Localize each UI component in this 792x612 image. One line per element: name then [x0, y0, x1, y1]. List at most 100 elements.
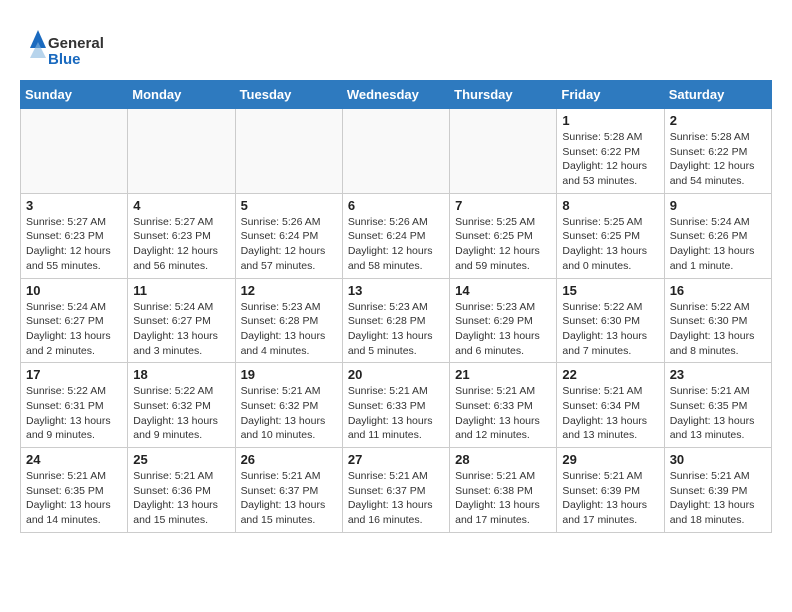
- calendar-cell: 30Sunrise: 5:21 AM Sunset: 6:39 PM Dayli…: [664, 448, 771, 533]
- day-number: 23: [670, 367, 766, 382]
- calendar-cell: 8 Sunrise: 5:25 AM Sunset: 6:25 PM Daylig…: [557, 193, 664, 278]
- day-info: Sunrise: 5:26 AM Sunset: 6:24 PM Dayligh…: [241, 215, 337, 274]
- calendar-cell: 10 Sunrise: 5:24 AM Sunset: 6:27 PM Dayli…: [21, 278, 128, 363]
- calendar-cell: 2 Sunrise: 5:28 AM Sunset: 6:22 PM Daylig…: [664, 109, 771, 194]
- day-info: Sunrise: 5:24 AM Sunset: 6:27 PM Dayligh…: [133, 300, 229, 359]
- calendar-cell: 6 Sunrise: 5:26 AM Sunset: 6:24 PM Daylig…: [342, 193, 449, 278]
- day-number: 14: [455, 283, 551, 298]
- day-info: Sunrise: 5:21 AM Sunset: 6:39 PM Dayligh…: [562, 469, 658, 528]
- day-info: Sunrise: 5:28 AM Sunset: 6:22 PM Dayligh…: [562, 130, 658, 189]
- day-info: Sunrise: 5:21 AM Sunset: 6:35 PM Dayligh…: [26, 469, 122, 528]
- calendar-cell: 3Sunrise: 5:27 AM Sunset: 6:23 PM Daylig…: [21, 193, 128, 278]
- day-number: 28: [455, 452, 551, 467]
- day-number: 26: [241, 452, 337, 467]
- calendar-cell: 22 Sunrise: 5:21 AM Sunset: 6:34 PM Dayli…: [557, 363, 664, 448]
- day-info: Sunrise: 5:27 AM Sunset: 6:23 PM Dayligh…: [133, 215, 229, 274]
- calendar-cell: 18Sunrise: 5:22 AM Sunset: 6:32 PM Dayli…: [128, 363, 235, 448]
- calendar-cell: 20Sunrise: 5:21 AM Sunset: 6:33 PM Dayli…: [342, 363, 449, 448]
- calendar-cell: [342, 109, 449, 194]
- calendar-cell: 28 Sunrise: 5:21 AM Sunset: 6:38 PM Dayli…: [450, 448, 557, 533]
- calendar-week-row: 24 Sunrise: 5:21 AM Sunset: 6:35 PM Dayli…: [21, 448, 772, 533]
- calendar-cell: 19 Sunrise: 5:21 AM Sunset: 6:32 PM Dayli…: [235, 363, 342, 448]
- day-info: Sunrise: 5:21 AM Sunset: 6:33 PM Dayligh…: [348, 384, 444, 443]
- day-number: 6: [348, 198, 444, 213]
- day-number: 1: [562, 113, 658, 128]
- day-number: 10: [26, 283, 122, 298]
- calendar-cell: 17Sunrise: 5:22 AM Sunset: 6:31 PM Dayli…: [21, 363, 128, 448]
- day-number: 29: [562, 452, 658, 467]
- day-info: Sunrise: 5:21 AM Sunset: 6:35 PM Dayligh…: [670, 384, 766, 443]
- calendar-cell: 26 Sunrise: 5:21 AM Sunset: 6:37 PM Dayli…: [235, 448, 342, 533]
- day-info: Sunrise: 5:26 AM Sunset: 6:24 PM Dayligh…: [348, 215, 444, 274]
- calendar-cell: 9Sunrise: 5:24 AM Sunset: 6:26 PM Daylig…: [664, 193, 771, 278]
- calendar-cell: 7Sunrise: 5:25 AM Sunset: 6:25 PM Daylig…: [450, 193, 557, 278]
- calendar-cell: 23 Sunrise: 5:21 AM Sunset: 6:35 PM Dayli…: [664, 363, 771, 448]
- day-info: Sunrise: 5:21 AM Sunset: 6:38 PM Dayligh…: [455, 469, 551, 528]
- calendar-cell: 12 Sunrise: 5:23 AM Sunset: 6:28 PM Dayli…: [235, 278, 342, 363]
- day-number: 11: [133, 283, 229, 298]
- weekday-header: Tuesday: [235, 81, 342, 109]
- weekday-header: Thursday: [450, 81, 557, 109]
- weekday-header: Monday: [128, 81, 235, 109]
- day-number: 4: [133, 198, 229, 213]
- calendar-cell: 1 Sunrise: 5:28 AM Sunset: 6:22 PM Daylig…: [557, 109, 664, 194]
- day-number: 18: [133, 367, 229, 382]
- day-number: 13: [348, 283, 444, 298]
- day-number: 30: [670, 452, 766, 467]
- calendar-cell: 24 Sunrise: 5:21 AM Sunset: 6:35 PM Dayli…: [21, 448, 128, 533]
- day-number: 16: [670, 283, 766, 298]
- calendar-cell: 15 Sunrise: 5:22 AM Sunset: 6:30 PM Dayli…: [557, 278, 664, 363]
- calendar-cell: [235, 109, 342, 194]
- svg-text:General: General: [48, 35, 104, 52]
- calendar-week-row: 3 Sunrise: 5:27 AM Sunset: 6:23 PM Daylig…: [21, 193, 772, 278]
- page-header: General Blue: [20, 20, 772, 70]
- calendar-table: SundayMondayTuesdayWednesdayThursdayFrid…: [20, 80, 772, 533]
- day-number: 27: [348, 452, 444, 467]
- day-info: Sunrise: 5:24 AM Sunset: 6:26 PM Dayligh…: [670, 215, 766, 274]
- logo-svg: General Blue: [20, 28, 110, 70]
- weekday-header: Sunday: [21, 81, 128, 109]
- calendar-cell: 25 Sunrise: 5:21 AM Sunset: 6:36 PM Dayli…: [128, 448, 235, 533]
- weekday-header-row: SundayMondayTuesdayWednesdayThursdayFrid…: [21, 81, 772, 109]
- day-number: 8: [562, 198, 658, 213]
- day-number: 5: [241, 198, 337, 213]
- day-number: 19: [241, 367, 337, 382]
- day-info: Sunrise: 5:23 AM Sunset: 6:29 PM Dayligh…: [455, 300, 551, 359]
- calendar-cell: 11 Sunrise: 5:24 AM Sunset: 6:27 PM Dayli…: [128, 278, 235, 363]
- day-info: Sunrise: 5:21 AM Sunset: 6:36 PM Dayligh…: [133, 469, 229, 528]
- weekday-header: Wednesday: [342, 81, 449, 109]
- calendar-cell: 21 Sunrise: 5:21 AM Sunset: 6:33 PM Dayli…: [450, 363, 557, 448]
- calendar-week-row: 17Sunrise: 5:22 AM Sunset: 6:31 PM Dayli…: [21, 363, 772, 448]
- calendar-week-row: 10 Sunrise: 5:24 AM Sunset: 6:27 PM Dayli…: [21, 278, 772, 363]
- day-number: 22: [562, 367, 658, 382]
- day-info: Sunrise: 5:28 AM Sunset: 6:22 PM Dayligh…: [670, 130, 766, 189]
- calendar-cell: [21, 109, 128, 194]
- day-number: 21: [455, 367, 551, 382]
- day-info: Sunrise: 5:24 AM Sunset: 6:27 PM Dayligh…: [26, 300, 122, 359]
- day-info: Sunrise: 5:21 AM Sunset: 6:32 PM Dayligh…: [241, 384, 337, 443]
- calendar-cell: 14 Sunrise: 5:23 AM Sunset: 6:29 PM Dayli…: [450, 278, 557, 363]
- day-number: 17: [26, 367, 122, 382]
- calendar-cell: 29 Sunrise: 5:21 AM Sunset: 6:39 PM Dayli…: [557, 448, 664, 533]
- calendar-cell: 13 Sunrise: 5:23 AM Sunset: 6:28 PM Dayli…: [342, 278, 449, 363]
- calendar-cell: 4 Sunrise: 5:27 AM Sunset: 6:23 PM Daylig…: [128, 193, 235, 278]
- day-info: Sunrise: 5:25 AM Sunset: 6:25 PM Dayligh…: [562, 215, 658, 274]
- logo: General Blue: [20, 28, 110, 70]
- weekday-header: Friday: [557, 81, 664, 109]
- calendar-cell: [450, 109, 557, 194]
- day-number: 2: [670, 113, 766, 128]
- day-info: Sunrise: 5:21 AM Sunset: 6:33 PM Dayligh…: [455, 384, 551, 443]
- day-number: 12: [241, 283, 337, 298]
- day-number: 15: [562, 283, 658, 298]
- day-info: Sunrise: 5:25 AM Sunset: 6:25 PM Dayligh…: [455, 215, 551, 274]
- day-info: Sunrise: 5:22 AM Sunset: 6:30 PM Dayligh…: [562, 300, 658, 359]
- day-info: Sunrise: 5:21 AM Sunset: 6:37 PM Dayligh…: [241, 469, 337, 528]
- day-info: Sunrise: 5:23 AM Sunset: 6:28 PM Dayligh…: [241, 300, 337, 359]
- day-number: 3: [26, 198, 122, 213]
- day-info: Sunrise: 5:23 AM Sunset: 6:28 PM Dayligh…: [348, 300, 444, 359]
- day-number: 25: [133, 452, 229, 467]
- day-number: 24: [26, 452, 122, 467]
- day-info: Sunrise: 5:21 AM Sunset: 6:34 PM Dayligh…: [562, 384, 658, 443]
- calendar-cell: 5 Sunrise: 5:26 AM Sunset: 6:24 PM Daylig…: [235, 193, 342, 278]
- weekday-header: Saturday: [664, 81, 771, 109]
